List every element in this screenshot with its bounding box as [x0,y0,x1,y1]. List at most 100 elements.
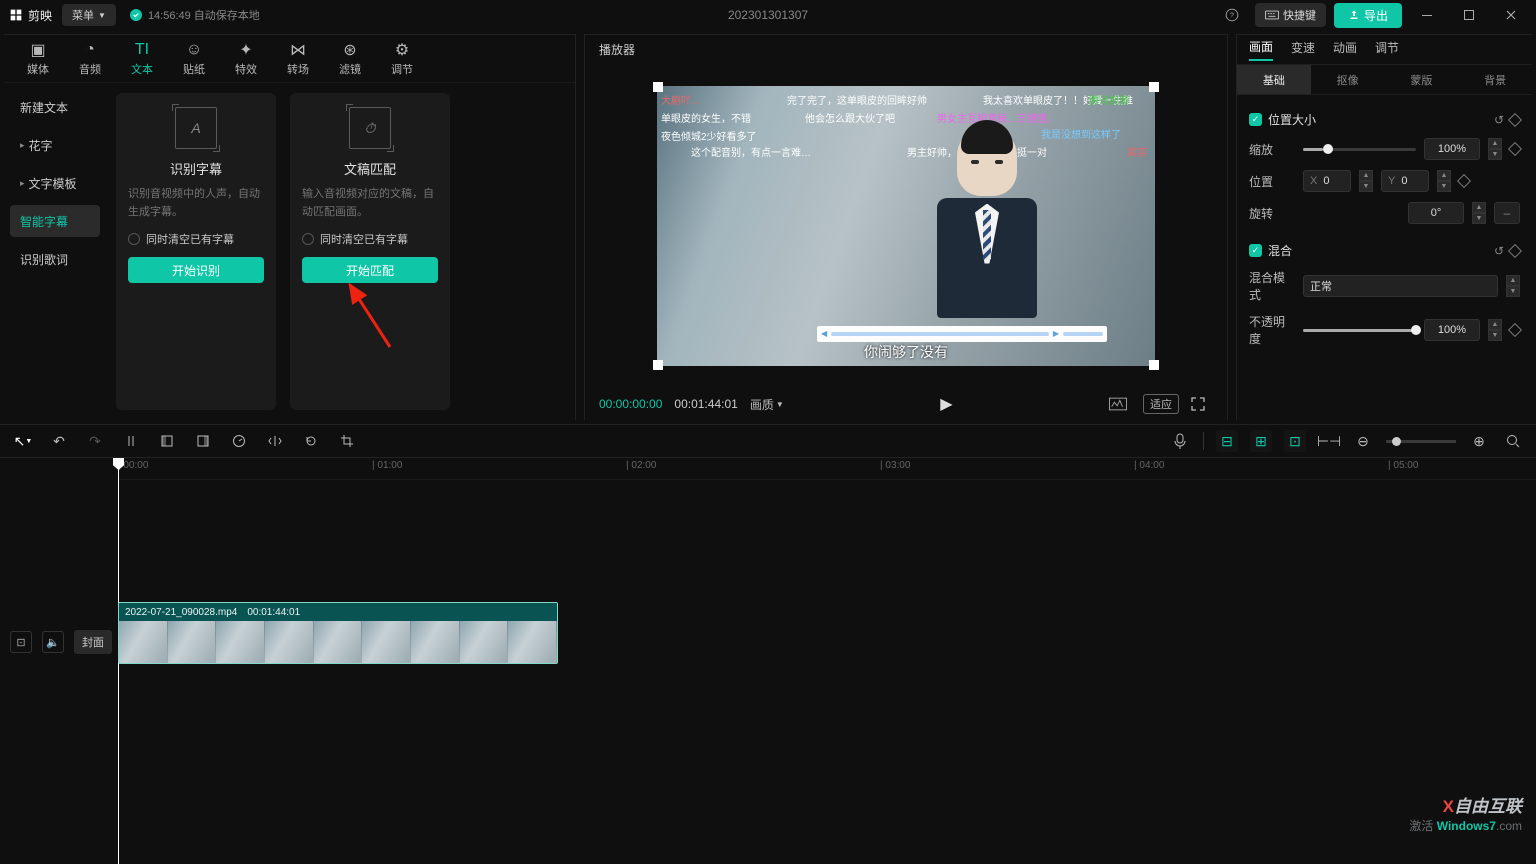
blend-stepper[interactable]: ▲▼ [1506,275,1520,297]
opacity-stepper[interactable]: ▲▼ [1488,319,1502,341]
watermark: X自由互联 激活 Windows7.com [1409,792,1522,834]
svg-text:?: ? [1230,12,1234,19]
text-side-item[interactable]: ▸花字 [10,129,100,161]
keyframe-icon[interactable] [1508,142,1522,156]
tab-icon: ⚙ [395,41,409,59]
danmaku-text: 我是没想到这样了 [1041,126,1121,141]
tab-icon: ◔ [85,41,95,59]
app-name: 剪映 [28,7,52,24]
keyframe-icon[interactable] [1508,112,1522,126]
rotate-tool-icon[interactable] [300,430,322,452]
reset-icon[interactable]: ↺ [1494,113,1504,127]
mirror-icon[interactable] [264,430,286,452]
video-preview[interactable]: 大剧吖…单眼皮的女生，不错夜色倾城2少好看多了完了完了，这单眼皮的回眸好帅他会怎… [657,86,1155,366]
quality-select[interactable]: 画质▼ [750,396,784,413]
text-side-item[interactable]: 新建文本 [10,91,100,123]
undo-button[interactable]: ↶ [48,430,70,452]
waveform-icon[interactable] [1109,397,1131,411]
snap-icon-1[interactable]: ⊟ [1216,430,1238,452]
card-desc: 输入音视频对应的文稿，自动匹配画面。 [302,186,438,221]
pos-x-stepper[interactable]: ▲▼ [1359,170,1373,192]
text-side-item[interactable]: 识别歌词 [10,243,100,275]
tab-icon: ✦ [239,41,252,59]
keyframe-icon[interactable] [1508,243,1522,257]
blend-mode-select[interactable]: 正常 [1303,275,1498,297]
track-lock-icon[interactable]: ⊡ [10,631,32,653]
prop-subtab[interactable]: 背景 [1458,65,1532,94]
check-icon [130,9,142,21]
speed-icon[interactable] [228,430,250,452]
prop-tab[interactable]: 动画 [1333,39,1357,60]
help-icon[interactable]: ? [1217,3,1247,27]
top-tab-2[interactable]: TI文本 [116,35,168,83]
reset-icon[interactable]: ↺ [1494,244,1504,258]
zoom-fit-icon[interactable] [1502,430,1524,452]
zoom-out-icon[interactable]: ⊖ [1352,430,1374,452]
top-tab-6[interactable]: ⊛滤镜 [324,35,376,83]
prop-tab[interactable]: 变速 [1291,39,1315,60]
top-tab-5[interactable]: ⋈转场 [272,35,324,83]
opacity-value[interactable]: 100% [1424,319,1480,341]
close-button[interactable] [1494,3,1528,27]
prop-tab[interactable]: 调节 [1375,39,1399,60]
card-clear-check[interactable]: 同时清空已有字幕 [128,231,264,247]
tab-icon: ⋈ [290,41,306,59]
split-tool[interactable] [120,430,142,452]
scale-stepper[interactable]: ▲▼ [1488,138,1502,160]
prop-subtab[interactable]: 基础 [1237,65,1311,94]
cover-button[interactable]: 封面 [74,630,112,654]
danmaku-text: 夜色倾城2少好看多了 [661,128,757,143]
keyframe-icon[interactable] [1508,323,1522,337]
shortcuts-button[interactable]: 快捷键 [1255,3,1326,27]
crop-right-icon[interactable] [192,430,214,452]
video-clip[interactable]: 2022-07-21_090028.mp4 00:01:44:01 [118,602,558,664]
export-button[interactable]: 导出 [1334,3,1402,28]
rotate-extra[interactable]: – [1494,202,1520,224]
zoom-in-icon[interactable]: ⊕ [1468,430,1490,452]
crop-left-icon[interactable] [156,430,178,452]
mic-icon[interactable] [1169,430,1191,452]
section-mix: 混合 [1268,242,1292,259]
mix-check[interactable]: ✓ [1249,244,1262,257]
scale-slider[interactable] [1303,148,1416,151]
minimize-button[interactable] [1410,3,1444,27]
menu-button[interactable]: 菜单 ▼ [62,4,116,26]
ratio-select[interactable]: 适应 [1143,394,1179,414]
keyframe-icon[interactable] [1457,174,1471,188]
prop-subtab[interactable]: 蒙版 [1385,65,1459,94]
snap-icon-3[interactable]: ⊡ [1284,430,1306,452]
scale-value[interactable]: 100% [1424,138,1480,160]
track-mute-icon[interactable]: 🔈 [42,631,64,653]
top-tab-0[interactable]: ▣媒体 [12,35,64,83]
rotate-stepper[interactable]: ▲▼ [1472,202,1486,224]
upload-icon [1348,9,1360,21]
pos-size-check[interactable]: ✓ [1249,113,1262,126]
top-tab-1[interactable]: ◔音频 [64,35,116,83]
crop-tool-icon[interactable] [336,430,358,452]
top-tab-7[interactable]: ⚙调节 [376,35,428,83]
pos-x-input[interactable]: X0 [1303,170,1351,192]
start-match-button[interactable]: 开始匹配 [302,257,438,283]
text-side-item[interactable]: ▸文字模板 [10,167,100,199]
prop-subtab[interactable]: 抠像 [1311,65,1385,94]
danmaku-text: 这个配音别，有点一言难… [691,144,811,159]
snap-icon-2[interactable]: ⊞ [1250,430,1272,452]
card-clear-check[interactable]: 同时清空已有字幕 [302,231,438,247]
text-side-item[interactable]: 智能字幕 [10,205,100,237]
pointer-tool[interactable]: ↖▼ [12,430,34,452]
top-tab-4[interactable]: ✦特效 [220,35,272,83]
marker-icon[interactable]: ⊢⊣ [1318,430,1340,452]
play-button[interactable]: ▶ [940,394,952,414]
pos-y-stepper[interactable]: ▲▼ [1437,170,1451,192]
start-recognize-button[interactable]: 开始识别 [128,257,264,283]
pos-y-input[interactable]: Y0 [1381,170,1429,192]
maximize-button[interactable] [1452,3,1486,27]
prop-tab[interactable]: 画面 [1249,38,1273,61]
redo-button[interactable]: ↷ [84,430,106,452]
ruler-tick: | 03:00 [880,460,910,471]
zoom-slider[interactable] [1386,440,1456,443]
fullscreen-icon[interactable] [1191,397,1213,411]
rotate-value[interactable]: 0° [1408,202,1464,224]
top-tab-3[interactable]: ☺贴纸 [168,35,220,83]
opacity-slider[interactable] [1303,329,1416,332]
